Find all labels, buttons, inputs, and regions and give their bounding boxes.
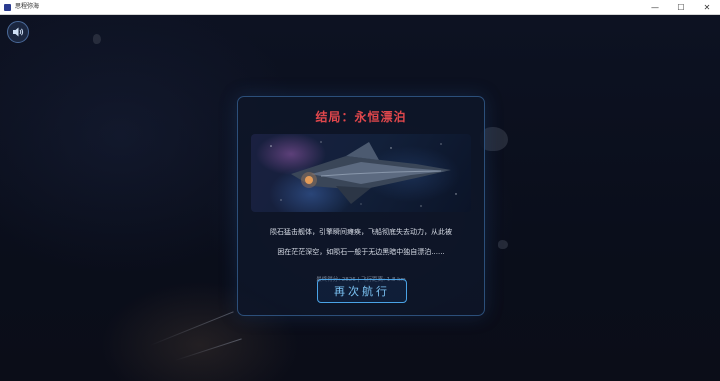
- story-line: 困在茫茫深空，如陨石一般于无边黑暗中独自漂泊......: [277, 248, 445, 256]
- sail-again-button[interactable]: 再次航行: [317, 279, 407, 303]
- window-controls: — ☐ ✕: [642, 0, 720, 14]
- app-icon: [4, 3, 11, 11]
- asteroid-decoration: [93, 34, 101, 44]
- ending-title: 结局：永恒漂泊: [315, 110, 407, 124]
- ending-story: 陨石猛击舰体，引擎瞬间瘫痪，飞船彻底失去动力，从此被 困在茫茫深空，如陨石一般于…: [252, 222, 470, 262]
- game-canvas: 结局：永恒漂泊 陨石猛击舰体，引擎瞬间瘫痪，飞船彻底失去动力，从此被 困在茫茫深…: [0, 15, 720, 381]
- ending-dialog: 结局：永恒漂泊 陨石猛击舰体，引擎瞬间瘫痪，飞船彻底失去动力，从此被 困在茫茫深…: [237, 96, 485, 316]
- window-title: 思程弥海: [15, 3, 40, 10]
- star-streak: [174, 338, 242, 361]
- minimize-button[interactable]: —: [642, 0, 668, 14]
- story-line: 陨石猛击舰体，引擎瞬间瘫痪，飞船彻底失去动力，从此被: [270, 228, 452, 236]
- close-button[interactable]: ✕: [694, 0, 720, 14]
- maximize-button[interactable]: ☐: [668, 0, 694, 14]
- asteroid-decoration: [498, 240, 508, 249]
- spaceship-image: [270, 141, 457, 207]
- star-streak: [149, 311, 234, 346]
- sound-toggle-button[interactable]: [7, 21, 29, 43]
- speaker-icon: [13, 27, 24, 37]
- spaceship-illustration: [251, 134, 471, 212]
- window-titlebar: 思程弥海 — ☐ ✕: [0, 0, 720, 15]
